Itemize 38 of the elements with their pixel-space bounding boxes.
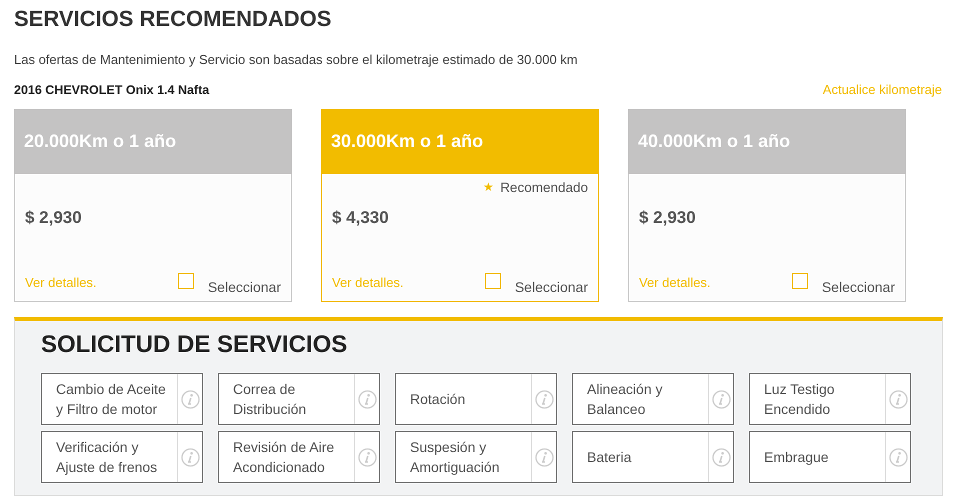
info-icon[interactable]: [358, 448, 376, 466]
service-option[interactable]: Verificación y Ajuste de frenos: [41, 431, 203, 483]
info-icon[interactable]: [534, 390, 554, 408]
service-option[interactable]: Luz Testigo Encendido: [749, 373, 911, 425]
vehicle-name: 2016 CHEVROLET Onix 1.4 Nafta: [14, 82, 210, 96]
page-title: SERVICIOS RECOMENDADOS: [14, 6, 332, 32]
service-option[interactable]: Cambio de Aceite y Filtro de motor: [41, 373, 203, 425]
select-checkbox[interactable]: [484, 273, 501, 289]
plan-title: 40.000Km o 1 año: [628, 109, 906, 174]
section-title: SOLICITUD DE SERVICIOS: [41, 331, 348, 359]
select-checkbox[interactable]: [792, 273, 808, 289]
info-icon[interactable]: [180, 448, 200, 466]
service-option[interactable]: Rotación: [395, 373, 557, 425]
info-icon[interactable]: [358, 390, 376, 408]
plan-title: 30.000Km o 1 año: [321, 109, 599, 174]
plan-price: $ 2,930: [24, 208, 83, 228]
info-icon[interactable]: [534, 448, 554, 466]
select-label: Seleccionar: [514, 279, 588, 295]
star-icon: ★: [483, 180, 494, 194]
mileage-note: Las ofertas de Mantenimiento y Servicio son basadas sobre el kilometraje estimado de 30.000 km: [14, 52, 579, 68]
plan-price: $ 2,930: [638, 208, 697, 228]
service-option[interactable]: Suspesión y Amortiguación: [395, 431, 557, 483]
service-option[interactable]: Correa de Distribución: [218, 373, 380, 425]
plan-title: 20.000Km o 1 año: [14, 109, 292, 174]
info-icon[interactable]: [888, 390, 908, 408]
info-icon[interactable]: [888, 448, 908, 466]
info-icon[interactable]: [712, 390, 730, 408]
service-option[interactable]: Alineación y Balanceo: [572, 373, 734, 425]
service-option[interactable]: Embrague: [749, 431, 911, 483]
info-icon[interactable]: [180, 390, 200, 408]
info-icon[interactable]: [712, 448, 730, 466]
select-label: Seleccionar: [208, 279, 281, 295]
service-option[interactable]: Bateria: [572, 431, 734, 483]
plan-price: $ 4,330: [331, 208, 390, 228]
recommended-label: Recomendado: [500, 180, 588, 194]
service-option[interactable]: Revisión de Aire Acondicionado: [218, 431, 380, 483]
select-checkbox[interactable]: [178, 273, 194, 289]
select-label: Seleccionar: [822, 279, 895, 295]
